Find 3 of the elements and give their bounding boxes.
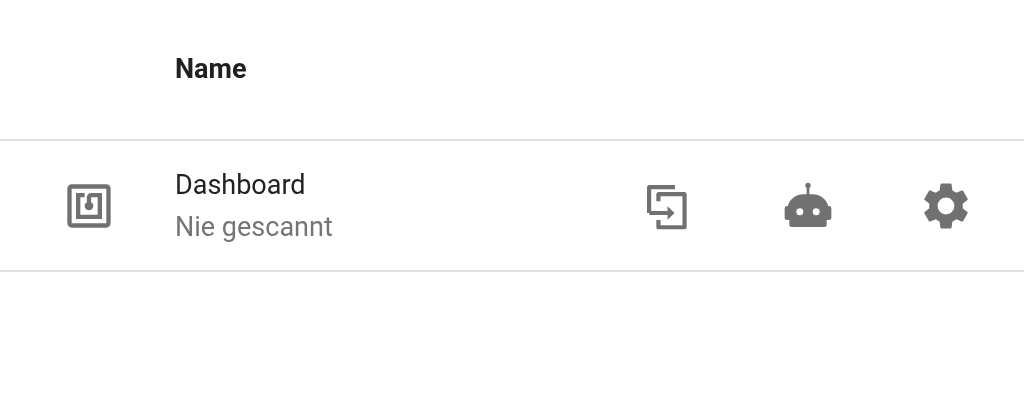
column-header: Name [175,52,247,88]
row-subtitle: Nie gescannt [175,209,334,245]
row-title: Dashboard [175,167,307,203]
